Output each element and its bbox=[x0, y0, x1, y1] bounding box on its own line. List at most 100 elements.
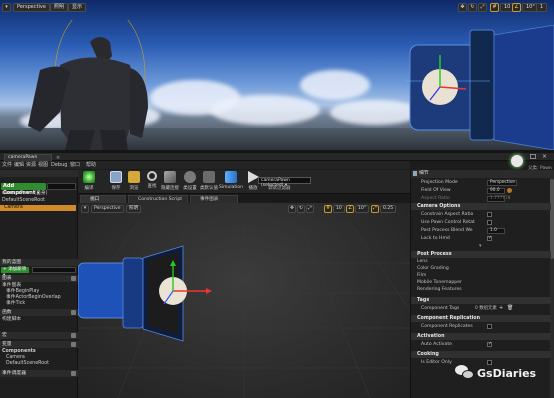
component-default-scene-root[interactable]: DefaultSceneRoot bbox=[2, 198, 45, 204]
translate-icon[interactable]: ✥ bbox=[458, 3, 467, 12]
functions-section[interactable]: 函数 bbox=[0, 309, 78, 316]
bp-grid-snap-value[interactable]: 10 bbox=[333, 205, 345, 213]
bp-translate-icon[interactable]: ✥ bbox=[288, 205, 296, 213]
compile-button[interactable]: 编译 bbox=[80, 171, 98, 191]
auto-activate-checkbox[interactable] bbox=[487, 341, 492, 348]
aspect-ratio-input[interactable]: 1.777778 bbox=[487, 195, 511, 202]
viewport-options-button[interactable]: ▾ bbox=[2, 3, 11, 12]
expand-advanced-icon[interactable]: ▾ bbox=[479, 243, 482, 249]
menu-file[interactable]: 文件 bbox=[2, 161, 12, 169]
tags-category[interactable]: Tags bbox=[411, 297, 551, 304]
delete-tags-icon[interactable]: 🗑 bbox=[507, 305, 513, 312]
components-search-input[interactable] bbox=[47, 183, 76, 190]
my-blueprint-search-input[interactable] bbox=[32, 267, 76, 273]
add-function-icon[interactable] bbox=[71, 310, 76, 315]
add-dispatcher-icon[interactable] bbox=[71, 371, 76, 376]
tab-viewport[interactable]: 视口 bbox=[80, 195, 126, 203]
lock-to-hmd-checkbox[interactable] bbox=[487, 235, 492, 242]
bp-viewport-lit-button[interactable]: 照明 bbox=[126, 205, 142, 213]
self-row[interactable]: cameraPawn (自身) bbox=[2, 191, 48, 197]
camera-mesh-preview bbox=[78, 245, 212, 342]
menu-help[interactable]: 帮助 bbox=[86, 161, 96, 169]
film-item[interactable]: Film bbox=[417, 273, 426, 279]
component-tags-value: 0 数组元素 bbox=[475, 306, 497, 311]
menu-debug[interactable]: Debug bbox=[51, 161, 67, 169]
reset-icon[interactable] bbox=[507, 188, 512, 193]
viewport-lit-button[interactable]: 照明 bbox=[50, 3, 69, 12]
bp-scale-snap-value[interactable]: 0.25 bbox=[380, 205, 397, 213]
variable-item[interactable]: DefaultSceneRoot bbox=[6, 361, 49, 367]
tab-construction-script[interactable]: Construction Script bbox=[128, 195, 188, 203]
cooking-category[interactable]: Cooking bbox=[411, 351, 551, 358]
bp-scale-icon[interactable]: ⤢ bbox=[306, 205, 314, 213]
add-new-button[interactable]: + 添加新项 ▾ bbox=[1, 267, 29, 278]
rotate-icon[interactable]: ↻ bbox=[468, 3, 477, 12]
hide-connections-button[interactable]: 隐藏连接 bbox=[161, 171, 179, 191]
bp-rotate-icon[interactable]: ↻ bbox=[297, 205, 305, 213]
post-process-category[interactable]: Post Process bbox=[411, 251, 551, 258]
use-pawn-control-label: Use Pawn Control Rotat bbox=[421, 220, 475, 225]
find-label: 查找 bbox=[147, 184, 157, 189]
event-item[interactable]: 事件Tick bbox=[6, 301, 25, 307]
menu-asset[interactable]: 资源 bbox=[26, 161, 36, 169]
grid-snap-icon[interactable]: # bbox=[490, 3, 499, 12]
construction-script-item[interactable]: 构建脚本 bbox=[2, 317, 21, 323]
use-pawn-control-checkbox[interactable] bbox=[487, 220, 492, 225]
component-replicates-checkbox[interactable] bbox=[487, 324, 492, 329]
component-tags-row: Component Tags 0 数组元素 + 🗑 bbox=[411, 305, 554, 312]
scale-icon[interactable]: ⤢ bbox=[478, 3, 487, 12]
projection-mode-row: Projection Mode Perspective bbox=[411, 179, 554, 186]
menu-edit[interactable]: 编辑 bbox=[14, 161, 24, 169]
save-icon bbox=[110, 171, 122, 183]
add-macro-icon[interactable] bbox=[71, 333, 76, 338]
menu-view[interactable]: 视图 bbox=[38, 161, 48, 169]
color-grading-item[interactable]: Color Grading bbox=[417, 266, 449, 272]
bp-viewport-perspective-button[interactable]: Perspective bbox=[91, 205, 124, 213]
class-settings-button[interactable]: 类设置 bbox=[181, 171, 199, 191]
activation-category[interactable]: Activation bbox=[411, 333, 551, 340]
component-replication-category[interactable]: Component Replication bbox=[411, 315, 551, 322]
mobile-tonemapper-item[interactable]: Mobile Tonemapper bbox=[417, 280, 462, 286]
save-button[interactable]: 保存 bbox=[107, 171, 125, 191]
projection-mode-select[interactable]: Perspective bbox=[487, 179, 517, 186]
rendering-features-item[interactable]: Rendering Features bbox=[417, 287, 462, 293]
macros-section[interactable]: 宏 bbox=[0, 332, 78, 339]
bp-grid-snap-icon[interactable]: # bbox=[324, 205, 332, 213]
constrain-aspect-checkbox[interactable] bbox=[487, 212, 492, 217]
variables-section[interactable]: 变量 bbox=[0, 341, 78, 348]
component-camera[interactable]: Camera bbox=[0, 205, 76, 211]
class-defaults-button[interactable]: 类默认值 bbox=[200, 171, 218, 191]
hide-connections-icon bbox=[164, 171, 176, 183]
viewport-show-button[interactable]: 显示 bbox=[68, 3, 87, 12]
add-component-button[interactable]: Add Component ▾ bbox=[1, 183, 46, 196]
simulation-button[interactable]: Simulation bbox=[219, 171, 243, 190]
tab-event-graph[interactable]: 事件图表 bbox=[190, 195, 238, 203]
blueprint-viewport[interactable]: ▾ Perspective 照明 ✥ ↻ ⤢ # 10 ∠ 10° ⤢ 0.25 bbox=[78, 203, 410, 398]
bp-viewport-options-button[interactable]: ▾ bbox=[81, 205, 89, 213]
simulation-icon bbox=[225, 171, 237, 183]
close-window-icon[interactable]: × bbox=[542, 153, 547, 160]
menu-window[interactable]: 窗口 bbox=[70, 161, 80, 169]
viewport-perspective-button[interactable]: Perspective bbox=[13, 3, 50, 12]
browse-button[interactable]: 浏览 bbox=[125, 171, 143, 191]
layer-value[interactable]: 1 bbox=[536, 3, 548, 12]
event-dispatchers-section[interactable]: 事件调度器 bbox=[0, 370, 78, 377]
graphs-section[interactable]: 图表 bbox=[0, 275, 78, 282]
bp-angle-snap-icon[interactable]: ∠ bbox=[346, 205, 354, 213]
angle-snap-icon[interactable]: ∠ bbox=[512, 3, 521, 12]
post-process-blend-input[interactable]: 1.0 bbox=[487, 227, 505, 234]
ue-logo bbox=[505, 153, 529, 169]
bp-angle-snap-value[interactable]: 10° bbox=[355, 205, 370, 213]
bp-scale-snap-icon[interactable]: ⤢ bbox=[371, 205, 379, 213]
find-button[interactable]: 查找 bbox=[143, 171, 161, 189]
add-tag-icon[interactable]: + bbox=[499, 305, 503, 312]
level-viewport[interactable]: ▾ Perspective 照明 显示 ✥ ↻ ⤢ # 10 ∠ 10° 1 bbox=[0, 0, 554, 150]
camera-options-category[interactable]: Camera Options bbox=[411, 203, 551, 210]
lens-item[interactable]: Lens bbox=[417, 259, 428, 265]
field-of-view-input[interactable]: 90.0 bbox=[487, 187, 505, 194]
maximize-icon[interactable] bbox=[530, 154, 536, 159]
editor-document-tab[interactable]: cameraPawn bbox=[4, 154, 52, 161]
add-variable-icon[interactable] bbox=[71, 342, 76, 347]
add-graph-icon[interactable] bbox=[71, 276, 76, 281]
debug-object-select[interactable]: cameraPawn (selected) ▾ bbox=[258, 177, 311, 188]
